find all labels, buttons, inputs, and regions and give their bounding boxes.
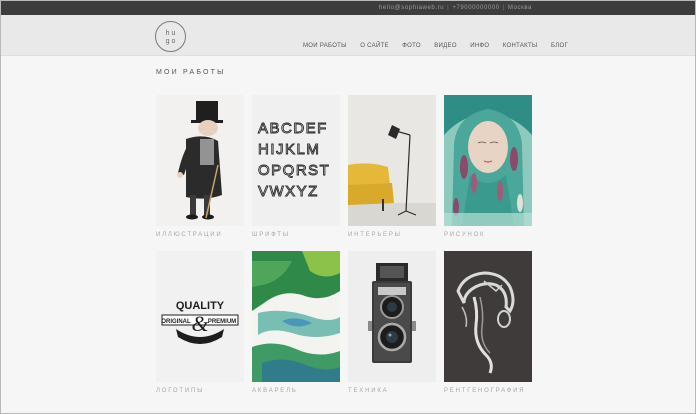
work-card-technique[interactable]: ТЕХНИКА [348, 251, 436, 394]
camera-image[interactable] [348, 251, 436, 382]
contact-info: hello@sophiaweb.ru | +79000000000 | Москва [379, 3, 532, 13]
work-caption[interactable]: РЕНТГЕНОГРАФИЯ [444, 388, 525, 394]
nav-item-blog[interactable]: БЛОГ [551, 41, 568, 51]
nav-item-photo[interactable]: ФОТО [402, 41, 421, 51]
work-card-interiors[interactable]: ИНТЕРЬЕРЫ [348, 95, 436, 238]
work-card-drawing[interactable]: РИСУНОК [444, 95, 532, 238]
contact-separator: | [447, 5, 450, 11]
font-sample-line1: ABCDEF [258, 120, 328, 137]
nav-item-about[interactable]: О САЙТЕ [360, 41, 389, 51]
work-card-illustrations[interactable]: ИЛЛЮСТРАЦИИ [156, 95, 244, 238]
fonts-image[interactable]: ABCDEF HIJKLM OPQRST VWXYZ [252, 95, 340, 226]
work-card-watercolor[interactable]: АКВАРЕЛЬ [252, 251, 340, 394]
work-caption[interactable]: АКВАРЕЛЬ [252, 388, 298, 394]
top-contact-bar: hello@sophiaweb.ru | +79000000000 | Москва [1, 1, 695, 15]
badge-left-text: ORIGINAL [161, 319, 191, 325]
work-card-xray[interactable]: РЕНТГЕНОГРАФИЯ [444, 251, 532, 394]
nav-item-video[interactable]: ВИДЕО [434, 41, 457, 51]
watercolor-image[interactable] [252, 251, 340, 382]
font-sample-line2: HIJKLM [258, 141, 320, 158]
work-caption[interactable]: ТЕХНИКА [348, 388, 388, 394]
work-caption[interactable]: РИСУНОК [444, 232, 485, 238]
main-nav: МОИ РАБОТЫ О САЙТЕ ФОТО ВИДЕО ИНФО КОНТА… [303, 34, 568, 49]
badge-ampersand: & [191, 311, 209, 336]
contact-email-link[interactable]: hello@sophiaweb.ru [379, 3, 444, 13]
nav-item-info[interactable]: ИНФО [470, 41, 489, 51]
contact-separator: | [502, 5, 505, 11]
work-caption[interactable]: ЛОГОТИПЫ [156, 388, 204, 394]
page-frame: hello@sophiaweb.ru | +79000000000 | Москва h… [1, 1, 695, 413]
interior-image[interactable] [348, 95, 436, 226]
illustration-image[interactable] [156, 95, 244, 226]
site-header: hu go МОИ РАБОТЫ О САЙТЕ ФОТО ВИДЕО ИНФО… [1, 15, 695, 56]
contact-city: Москва [507, 5, 532, 11]
drawing-image[interactable] [444, 95, 532, 226]
contact-phone-link[interactable]: +79000000000 [452, 3, 499, 13]
font-sample-line4: VWXYZ [258, 183, 319, 200]
badge-right-text: PREMIUM [208, 319, 236, 325]
logo-text-line1: hu [165, 30, 178, 37]
xray-image[interactable] [444, 251, 532, 382]
work-card-fonts[interactable]: ABCDEF HIJKLM OPQRST VWXYZ ШРИФТЫ [252, 95, 340, 238]
nav-item-contacts[interactable]: КОНТАКТЫ [503, 41, 538, 51]
nav-item-my-works[interactable]: МОИ РАБОТЫ [303, 41, 347, 51]
page-title: МОИ РАБОТЫ [156, 69, 226, 76]
logo-text-line2: go [165, 38, 178, 45]
site-logo[interactable]: hu go [155, 21, 186, 52]
work-card-logos[interactable]: QUALITY ORIGINAL PREMIUM & ЛОГОТИПЫ [156, 251, 244, 394]
font-sample-line3: OPQRST [258, 162, 330, 179]
work-caption[interactable]: ШРИФТЫ [252, 232, 290, 238]
work-caption[interactable]: ИНТЕРЬЕРЫ [348, 232, 402, 238]
logo-image[interactable]: QUALITY ORIGINAL PREMIUM & [156, 251, 244, 382]
work-caption[interactable]: ИЛЛЮСТРАЦИИ [156, 232, 222, 238]
